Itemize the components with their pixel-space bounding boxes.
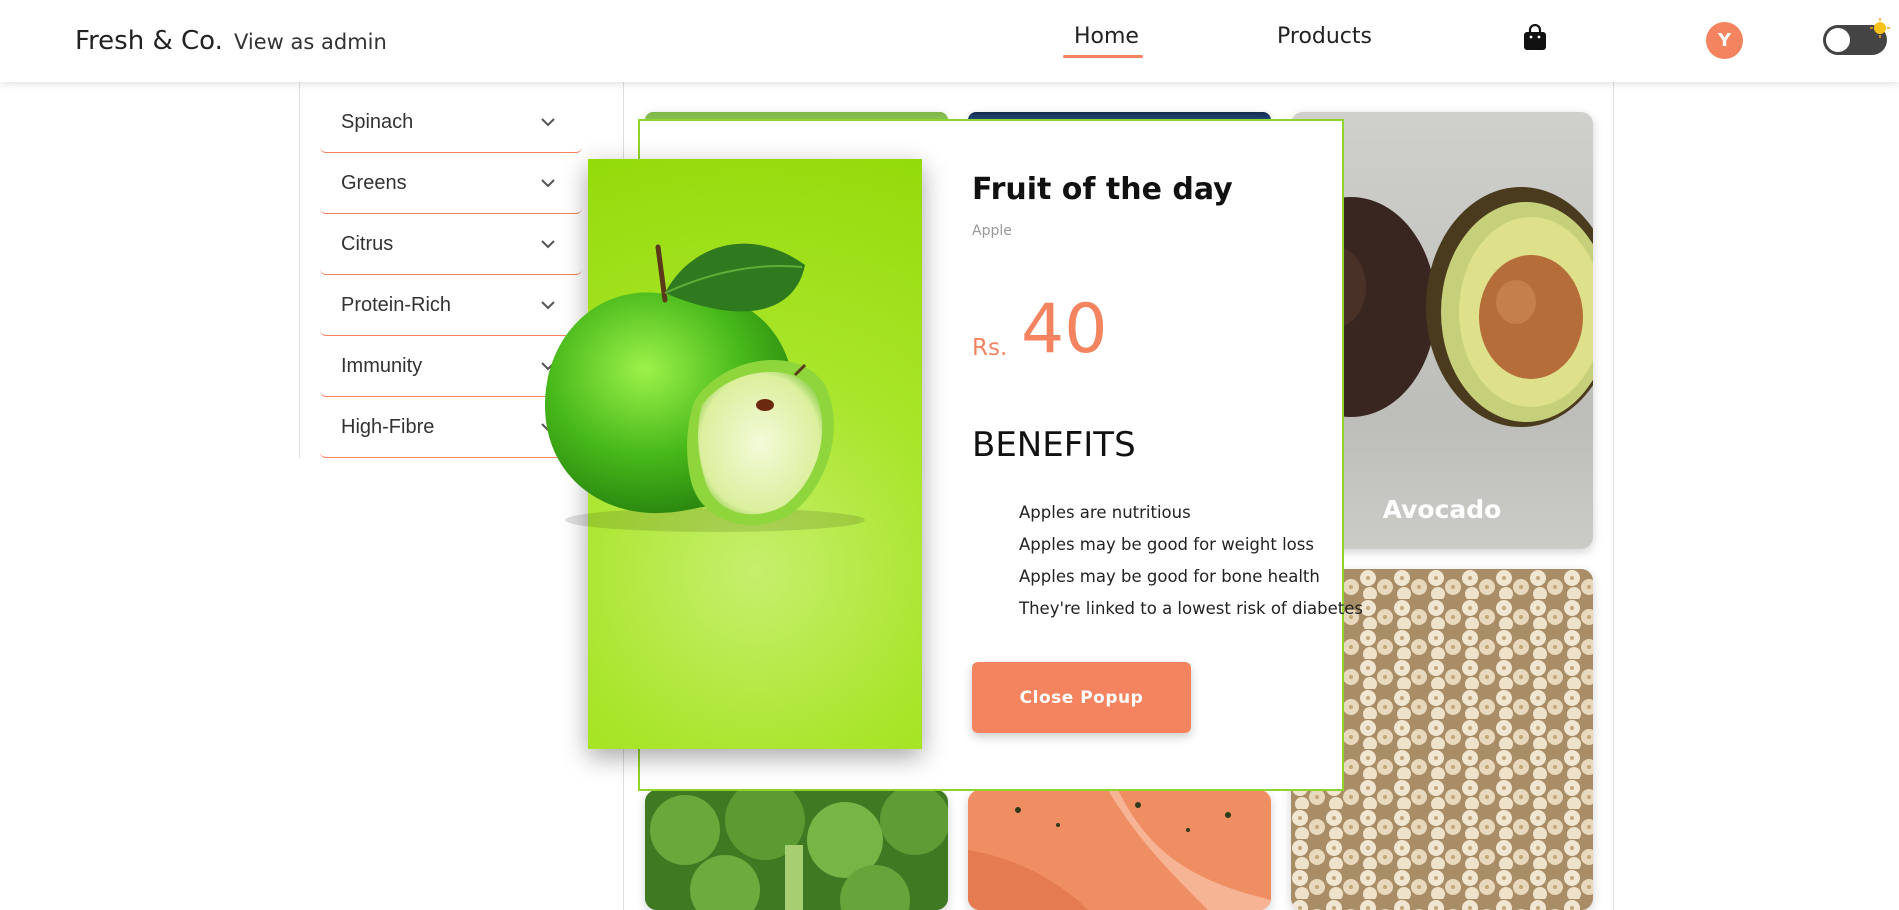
content-right-border	[1613, 82, 1614, 910]
shopping-bag-icon[interactable]	[1523, 24, 1547, 50]
chevron-down-icon	[541, 179, 555, 188]
benefit-item: Apples may be good for bone health	[1019, 567, 1320, 586]
top-navbar: Fresh & Co. View as admin Home Products …	[0, 0, 1899, 82]
nav-products-link[interactable]: Products	[1277, 24, 1372, 49]
popup-title: Fruit of the day	[972, 172, 1233, 207]
brand-logo-text[interactable]: Fresh & Co.	[75, 26, 223, 56]
benefit-item: They're linked to a lowest risk of diabe…	[1019, 599, 1363, 618]
nav-home-link[interactable]: Home	[1074, 24, 1139, 49]
category-label: Citrus	[341, 232, 394, 255]
view-as-admin-link[interactable]: View as admin	[234, 30, 387, 54]
product-card-salmon[interactable]	[968, 790, 1271, 910]
product-card-broccoli[interactable]	[645, 790, 948, 910]
sun-icon	[1870, 18, 1890, 38]
salmon-image	[968, 790, 1271, 910]
price-currency: Rs.	[972, 335, 1008, 361]
close-popup-button[interactable]: Close Popup	[972, 662, 1191, 733]
category-item-spinach[interactable]: Spinach	[320, 92, 582, 153]
category-label: Greens	[341, 171, 407, 194]
benefits-list: Apples are nutritious Apples may be good…	[1019, 501, 1363, 629]
chevron-down-icon	[541, 118, 555, 127]
fruit-name: Apple	[972, 223, 1012, 239]
category-label: Protein-Rich	[341, 293, 452, 316]
benefit-item: Apples may be good for weight loss	[1019, 535, 1314, 554]
price-value: 40	[1021, 290, 1108, 369]
toggle-knob	[1826, 28, 1850, 52]
benefit-item: Apples are nutritious	[1019, 503, 1191, 522]
apple-image	[545, 243, 865, 532]
benefits-heading: BENEFITS	[972, 425, 1136, 465]
category-label: High-Fibre	[341, 415, 435, 438]
category-label: Immunity	[341, 354, 423, 377]
category-item-greens[interactable]: Greens	[320, 153, 582, 214]
user-avatar[interactable]: Y	[1706, 22, 1743, 59]
active-nav-indicator	[1063, 55, 1143, 58]
category-label: Spinach	[341, 110, 414, 133]
broccoli-image	[645, 790, 948, 910]
sidebar-divider	[299, 82, 300, 458]
